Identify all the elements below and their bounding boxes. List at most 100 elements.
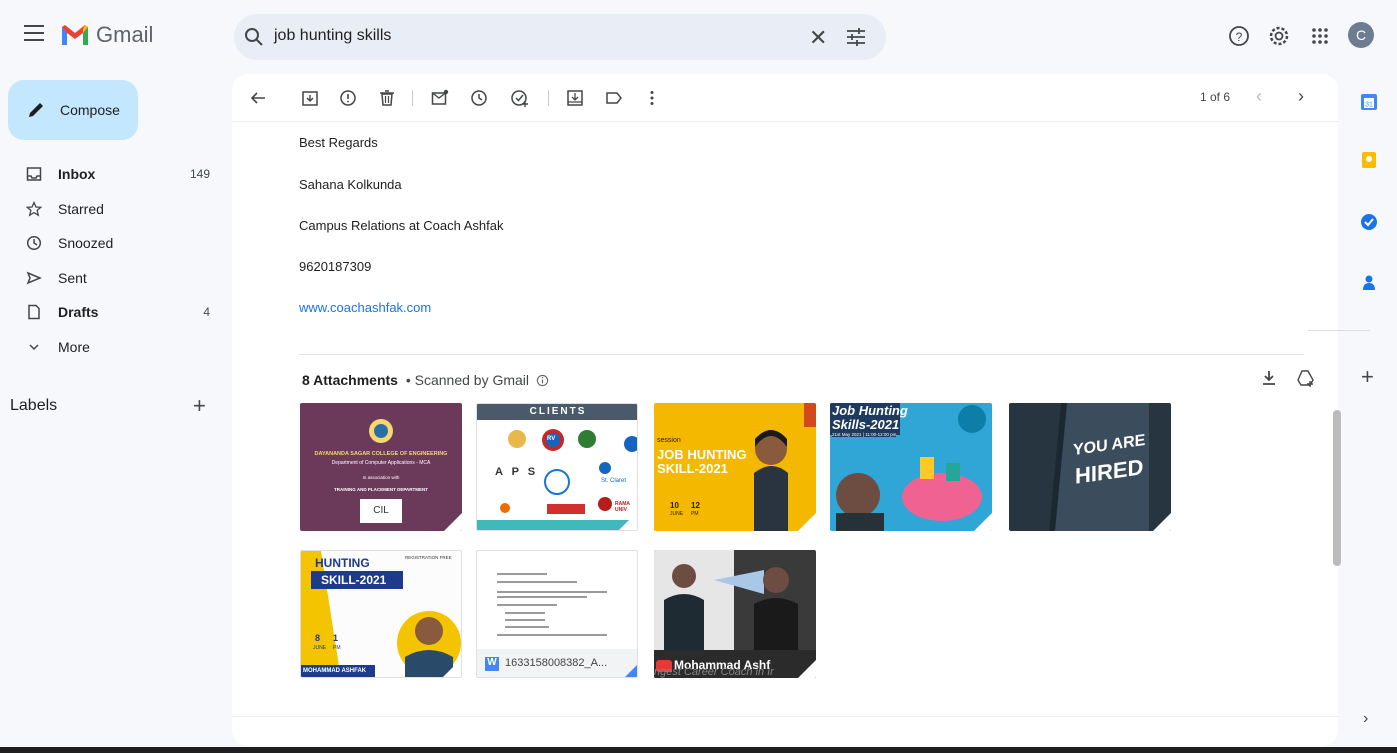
send-icon <box>26 271 42 285</box>
page-fold <box>798 660 816 678</box>
clock-icon <box>26 235 42 251</box>
svg-text:?: ? <box>1236 30 1243 44</box>
sidebar-item-snoozed[interactable]: Snoozed <box>0 227 220 259</box>
video-caption: ngest Career Coach in Ir <box>654 666 774 678</box>
signature-line: Campus Relations at Coach Ashfak <box>299 218 504 233</box>
poster-month: JUNE <box>313 645 327 651</box>
attachments-header: 8 Attachments • Scanned by Gmail <box>302 372 549 388</box>
newer-button[interactable]: ‹ <box>1256 86 1262 107</box>
page-fold <box>443 659 461 677</box>
labels-button[interactable] <box>604 88 624 108</box>
poster-month: JUNE <box>670 511 684 517</box>
back-button[interactable] <box>248 88 268 108</box>
attachment-thumbnail[interactable]: HUNTING SKILL-2021 REGISTRATION FREE 8 J… <box>300 550 462 678</box>
toolbar-divider <box>548 90 549 106</box>
move-to-button[interactable] <box>565 88 585 108</box>
poster-title-1: Job Hunting <box>832 403 908 418</box>
signature-line: 9620187309 <box>299 259 372 274</box>
apps-grid-icon[interactable] <box>1308 24 1332 48</box>
gmail-logo[interactable]: Gmail <box>60 22 153 48</box>
add-task-button[interactable] <box>510 88 530 108</box>
aps-logo: A P S <box>495 466 539 478</box>
rv-logo: RV <box>547 436 556 442</box>
search-icon[interactable] <box>244 27 264 47</box>
account-avatar[interactable]: C <box>1348 22 1374 48</box>
attachment-thumbnail[interactable]: Job Hunting Skills-2021 21st May 2021 | … <box>830 403 992 531</box>
add-label-button[interactable]: + <box>193 393 206 419</box>
add-to-drive-icon[interactable] <box>1296 368 1316 388</box>
trash-icon <box>380 90 394 106</box>
email-toolbar: 1 of 6 ‹ › <box>232 74 1338 122</box>
page-fold <box>1153 513 1171 531</box>
page-fold <box>619 512 637 530</box>
info-icon[interactable] <box>536 374 549 387</box>
archive-icon <box>302 91 318 106</box>
sidebar-item-sent[interactable]: Sent <box>0 262 220 294</box>
sidebar-item-label: Snoozed <box>58 235 114 251</box>
compose-button[interactable]: Compose <box>8 80 138 140</box>
scanned-by-gmail: • Scanned by Gmail <box>405 372 530 388</box>
poster-title-2: SKILL-2021 <box>321 573 387 587</box>
report-spam-button[interactable] <box>338 88 358 108</box>
word-doc-icon: W <box>487 657 497 668</box>
sidebar-item-starred[interactable]: Starred <box>0 193 220 225</box>
sidebar-item-label: Inbox <box>58 166 96 182</box>
cil-logo: CIL <box>373 505 389 516</box>
registration-text: REGISTRATION FREE <box>405 555 452 560</box>
st-claret-logo: St. Claret <box>601 478 627 484</box>
page-fold <box>798 513 816 531</box>
poster-hour: 12 <box>691 501 700 510</box>
sidebar-item-drafts[interactable]: Drafts 4 <box>0 296 220 328</box>
email-view: 1 of 6 ‹ › Best Regards Sahana Kolkunda … <box>232 74 1338 746</box>
college-name: DAYANANDA SAGAR COLLEGE OF ENGINEERING <box>314 451 448 457</box>
get-addons-button[interactable]: + <box>1361 364 1374 390</box>
poster-date: 21st May 2021 | 11:00-12:00 pm <box>832 432 897 437</box>
search-input[interactable]: job hunting skills <box>274 27 391 45</box>
unread-count: 149 <box>189 167 210 181</box>
poster-ampm: PM <box>333 645 341 651</box>
scrollbar-thumb[interactable] <box>1333 410 1341 566</box>
older-button[interactable]: › <box>1298 86 1304 107</box>
top-bar: Gmail job hunting skills ✕ ? C <box>0 0 1397 74</box>
attachment-thumbnail[interactable]: session JOB HUNTING SKILL-2021 10 JUNE 1… <box>654 403 816 531</box>
download-all-icon[interactable] <box>1259 368 1279 388</box>
tasks-icon[interactable] <box>1359 212 1379 232</box>
help-icon[interactable]: ? <box>1227 24 1251 48</box>
clear-search-icon[interactable]: ✕ <box>809 25 827 51</box>
website-link[interactable]: www.coachashfak.com <box>299 300 431 315</box>
labels-heading: Labels <box>10 397 58 414</box>
archive-button[interactable] <box>300 88 320 108</box>
more-options-button[interactable] <box>642 88 662 108</box>
show-side-panel-button[interactable]: › <box>1363 710 1368 728</box>
inbox-icon <box>26 167 42 181</box>
more-vert-icon <box>650 91 654 105</box>
attachment-thumbnail[interactable]: YOU ARE HIRED <box>1009 403 1171 531</box>
poster-title-2: SKILL-2021 <box>657 461 728 476</box>
attachment-thumbnail[interactable]: DAYANANDA SAGAR COLLEGE OF ENGINEERING D… <box>300 403 462 531</box>
contacts-icon[interactable] <box>1359 273 1379 293</box>
screen-bottom-edge <box>0 747 1397 753</box>
department-text: Department of Computer Applications - MC… <box>331 460 431 466</box>
poster-date: 8 <box>315 633 321 643</box>
search-options-icon[interactable] <box>846 28 866 46</box>
attachment-thumbnail[interactable]: W 1633158008382_A... <box>476 550 638 678</box>
delete-button[interactable] <box>377 88 397 108</box>
snooze-button[interactable] <box>469 88 489 108</box>
compose-label: Compose <box>60 102 120 118</box>
settings-gear-icon[interactable] <box>1267 24 1291 48</box>
chevron-down-icon <box>29 344 39 351</box>
poster-hour: 1 <box>333 633 339 643</box>
attachment-thumbnail[interactable]: Mohammad Ashf ngest Career Coach in Ir <box>654 550 816 678</box>
calendar-icon[interactable]: 31 <box>1359 92 1379 112</box>
sidebar-item-inbox[interactable]: Inbox 149 <box>0 158 220 190</box>
sidebar-item-label: Drafts <box>58 304 99 320</box>
keep-icon[interactable] <box>1359 150 1379 170</box>
attachment-thumbnail[interactable]: CLIENTS A P S St. Claret RV RAMA UNIV <box>476 403 638 531</box>
sidebar-item-more[interactable]: More <box>0 331 220 363</box>
tpo-text: TRAINING AND PLACEMENT DEPARTMENT <box>334 487 428 492</box>
toolbar-divider <box>412 90 413 106</box>
search-bar[interactable]: job hunting skills ✕ <box>234 14 886 60</box>
mark-unread-button[interactable] <box>430 88 450 108</box>
main-menu-icon[interactable] <box>24 25 44 47</box>
svg-text:31: 31 <box>1365 102 1373 109</box>
